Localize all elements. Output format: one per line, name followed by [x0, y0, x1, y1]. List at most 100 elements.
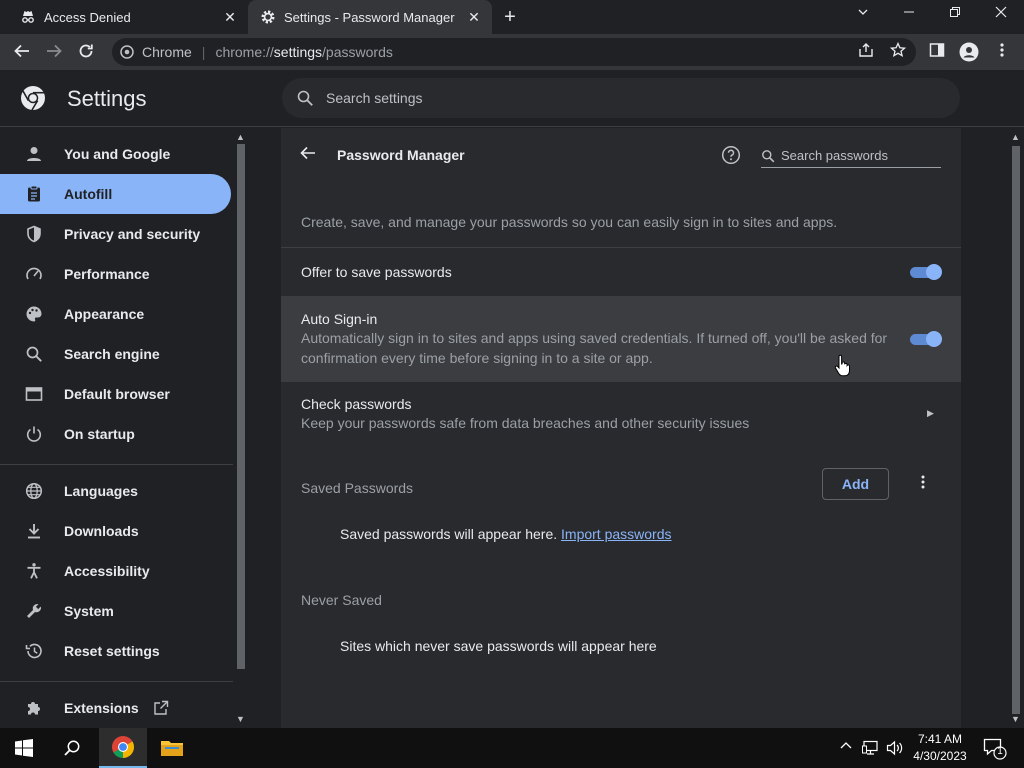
globe-icon — [24, 481, 44, 501]
sidebar-item-label: On startup — [64, 426, 135, 442]
scroll-down-arrow-icon[interactable]: ▼ — [1011, 714, 1020, 724]
close-window-button[interactable] — [991, 5, 1011, 21]
sidebar-scrollbar[interactable]: ▲ ▼ — [233, 128, 249, 728]
chevron-right-icon[interactable]: ▶ — [927, 408, 934, 419]
close-tab-icon[interactable]: ✕ — [222, 9, 238, 26]
main-scrollbar[interactable]: ▲ ▼ — [1008, 128, 1024, 728]
sidebar-item-label: Autofill — [64, 186, 113, 202]
offer-save-toggle[interactable] — [910, 264, 942, 280]
scrollbar-thumb[interactable] — [1012, 146, 1020, 714]
page-title: Settings — [67, 86, 147, 111]
wrench-icon — [24, 601, 44, 621]
share-icon[interactable] — [856, 42, 876, 62]
sidebar-item-languages[interactable]: Languages — [0, 471, 231, 511]
search-passwords-box[interactable] — [761, 144, 941, 168]
sidebar-item-you-and-google[interactable]: You and Google — [0, 134, 231, 174]
taskbar-clock[interactable]: 7:41 AM 4/30/2023 — [905, 731, 975, 765]
reload-icon[interactable] — [76, 42, 96, 62]
clipboard-icon — [24, 184, 44, 204]
incognito-icon — [22, 11, 34, 23]
sidebar-item-appearance[interactable]: Appearance — [0, 294, 231, 334]
password-manager-description: Create, save, and manage your passwords … — [301, 214, 838, 230]
tab-settings[interactable]: Settings - Password Manager ✕ — [248, 0, 492, 34]
sidebar-item-on-startup[interactable]: On startup — [0, 414, 231, 454]
taskbar-search-button[interactable] — [48, 728, 96, 768]
sidebar-item-autofill[interactable]: Autofill — [0, 174, 231, 214]
tab-search-chevron-icon[interactable] — [853, 5, 873, 21]
volume-icon[interactable] — [886, 740, 904, 759]
row-divider — [281, 247, 961, 248]
sidebar-item-downloads[interactable]: Downloads — [0, 511, 231, 551]
sidebar-item-default-browser[interactable]: Default browser — [0, 374, 231, 414]
palette-icon — [24, 304, 44, 324]
side-panel-icon[interactable] — [927, 42, 947, 62]
speedometer-icon — [24, 264, 44, 284]
never-saved-heading: Never Saved — [301, 592, 382, 608]
clock-date: 4/30/2023 — [913, 749, 967, 763]
accessibility-icon — [24, 561, 44, 581]
url-scheme: chrome:// — [215, 44, 274, 60]
scroll-up-arrow-icon[interactable]: ▲ — [1011, 132, 1020, 142]
search-settings-input[interactable] — [326, 90, 926, 106]
start-button[interactable] — [0, 728, 48, 768]
offer-save-label: Offer to save passwords — [301, 264, 452, 280]
auto-signin-toggle[interactable] — [910, 331, 942, 347]
profile-avatar-icon[interactable] — [959, 42, 979, 62]
saved-passwords-heading: Saved Passwords — [301, 480, 414, 496]
url-path: /passwords — [322, 44, 393, 60]
back-arrow-icon[interactable] — [299, 144, 319, 164]
add-password-button[interactable]: Add — [822, 468, 889, 500]
sidebar-item-label: Downloads — [64, 523, 139, 539]
back-arrow-icon[interactable] — [12, 42, 32, 62]
address-bar[interactable]: Chrome | chrome://settings/passwords — [112, 38, 916, 66]
sidebar-item-label: Appearance — [64, 306, 145, 322]
import-passwords-link[interactable]: Import passwords — [561, 526, 671, 542]
sidebar-item-privacy[interactable]: Privacy and security — [0, 214, 231, 254]
sidebar-item-label: You and Google — [64, 146, 171, 162]
sidebar-item-label: Performance — [64, 266, 150, 282]
never-saved-empty: Sites which never save passwords will ap… — [340, 638, 657, 654]
tray-overflow-chevron-icon[interactable] — [840, 740, 852, 755]
chrome-icon — [120, 45, 134, 59]
scroll-down-arrow-icon[interactable]: ▼ — [236, 714, 245, 724]
chrome-logo-icon — [112, 736, 134, 758]
sidebar-item-extensions[interactable]: Extensions — [0, 688, 231, 728]
search-icon — [64, 740, 80, 756]
bookmark-star-icon[interactable] — [888, 41, 908, 62]
folder-icon — [161, 741, 183, 756]
network-icon[interactable] — [862, 740, 880, 759]
sidebar-item-accessibility[interactable]: Accessibility — [0, 551, 231, 591]
sidebar-item-label: Reset settings — [64, 643, 160, 659]
restore-button[interactable] — [945, 5, 965, 21]
external-link-icon — [153, 700, 169, 716]
scroll-up-arrow-icon[interactable]: ▲ — [236, 132, 245, 142]
tab-access-denied[interactable]: Access Denied ✕ — [0, 0, 248, 34]
sidebar-divider — [0, 464, 233, 465]
sidebar-item-reset[interactable]: Reset settings — [0, 631, 231, 671]
toggle-knob — [926, 331, 942, 347]
search-passwords-input[interactable] — [781, 148, 931, 163]
sidebar-item-system[interactable]: System — [0, 591, 231, 631]
taskbar-file-explorer-button[interactable] — [148, 728, 196, 768]
minimize-button[interactable] — [899, 5, 919, 21]
close-tab-icon[interactable]: ✕ — [466, 9, 482, 26]
check-passwords-description: Keep your passwords safe from data breac… — [301, 415, 750, 431]
auto-signin-label: Auto Sign-in — [301, 311, 378, 327]
sidebar-item-label: Default browser — [64, 386, 170, 402]
search-settings-box[interactable] — [282, 78, 960, 118]
search-icon — [24, 344, 44, 364]
saved-passwords-empty: Saved passwords will appear here. Import… — [340, 526, 672, 542]
sidebar-item-search-engine[interactable]: Search engine — [0, 334, 231, 374]
taskbar-chrome-button[interactable] — [99, 728, 147, 768]
notification-center-icon[interactable]: 1 — [983, 738, 1009, 763]
more-actions-kebab-icon[interactable] — [913, 474, 933, 494]
new-tab-button[interactable]: + — [499, 6, 521, 29]
person-icon — [24, 144, 44, 164]
menu-kebab-icon[interactable] — [992, 42, 1012, 62]
sidebar-item-performance[interactable]: Performance — [0, 254, 231, 294]
gear-icon — [261, 10, 275, 24]
check-passwords-label[interactable]: Check passwords — [301, 396, 412, 412]
forward-arrow-icon[interactable] — [44, 42, 64, 62]
scrollbar-thumb[interactable] — [237, 144, 245, 669]
help-icon[interactable] — [721, 145, 741, 165]
